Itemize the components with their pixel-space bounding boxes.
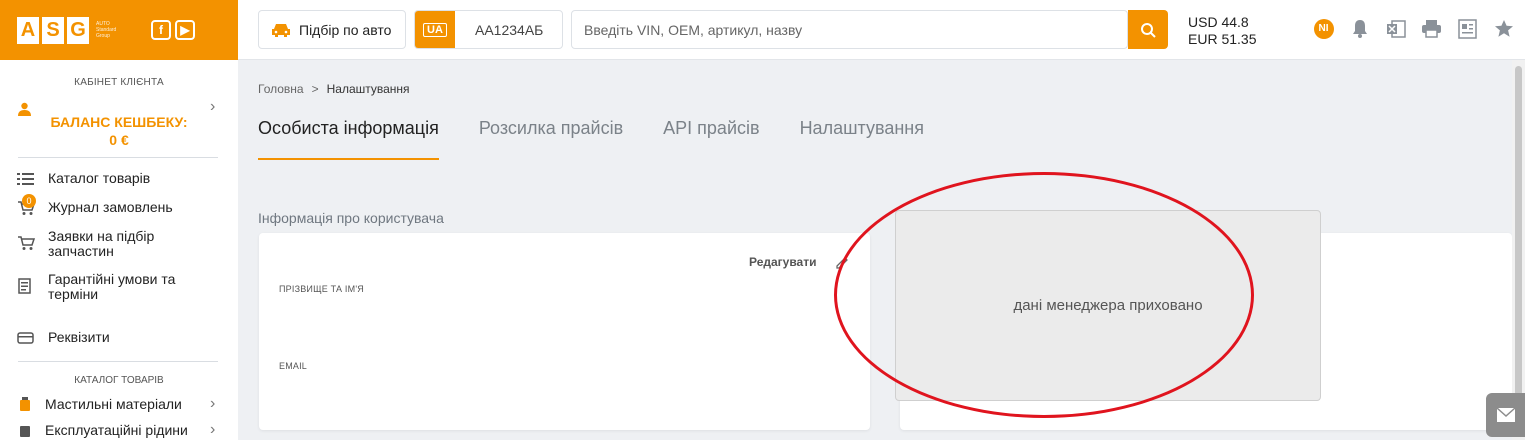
car-pick-label: Підбір по авто [299, 21, 392, 38]
section-title: Інформація про користувача [258, 210, 444, 226]
plate-number-field[interactable]: UA AA1234AБ [414, 10, 563, 49]
car-pick-button[interactable]: Підбір по авто [258, 10, 406, 49]
header-actions: NI [1312, 17, 1515, 40]
price-list-icon[interactable] [1456, 17, 1479, 40]
youtube-icon[interactable]: ▶ [175, 20, 195, 40]
email-field-label: EMAIL [279, 361, 308, 371]
chevron-right-icon: › [210, 421, 216, 438]
logo-bar: A S G AUTO Standard Group f ▶ [0, 0, 238, 60]
cashback-balance: БАЛАНС КЕШБЕКУ: 0 € [0, 113, 238, 149]
red-annotation-ellipse [834, 172, 1254, 418]
menu-item-requisites[interactable]: Реквізити [0, 330, 238, 346]
chevron-right-icon: › [210, 395, 216, 412]
cashback-value: 0 € [109, 132, 129, 148]
search-button[interactable] [1128, 10, 1168, 49]
user-icon [18, 102, 31, 116]
divider [18, 361, 218, 362]
facebook-icon[interactable]: f [151, 20, 171, 40]
divider [18, 157, 218, 158]
menu-item-orders[interactable]: 0 Журнал замовлень [0, 194, 238, 216]
fluid-icon [20, 426, 30, 437]
logo-letter-a: A [17, 16, 39, 44]
breadcrumb-current: Налаштування [326, 82, 410, 96]
tab-price-mailing[interactable]: Розсилка прайсів [479, 118, 623, 160]
search-input[interactable]: Введіть VIN, OEM, артикул, назву [571, 10, 1128, 49]
star-icon[interactable] [1492, 17, 1515, 40]
catalog-item-label: Експлуатаційні рідини [45, 422, 188, 438]
cabinet-caption: КАБІНЕТ КЛІЄНТА [74, 77, 164, 88]
currency-rates: USD 44.8 EUR 51.35 [1188, 14, 1256, 48]
client-menu: Каталог товарів 0 Журнал замовлень Заявк… [0, 171, 238, 346]
list-icon [17, 173, 34, 185]
card-icon [17, 332, 34, 344]
logo-subtitle: AUTO Standard Group [96, 21, 117, 39]
bell-icon[interactable] [1348, 17, 1371, 40]
orders-badge: 0 [22, 194, 36, 208]
user-profile-row[interactable]: › [0, 88, 238, 116]
chevron-right-icon: › [210, 98, 216, 115]
edit-button[interactable]: Редагувати [749, 255, 817, 269]
menu-item-label: Журнал замовлень [48, 199, 173, 215]
menu-item-label: Реквізити [48, 329, 110, 345]
catalog-caption: КАТАЛОГ ТОВАРІВ [74, 375, 164, 386]
menu-item-label: Гарантійні умови та терміни [48, 271, 176, 302]
rate-eur: EUR 51.35 [1188, 31, 1257, 47]
catalog-item-fluids[interactable]: Експлуатаційні рідини › [0, 421, 238, 438]
user-avatar[interactable]: NI [1312, 17, 1335, 40]
logo-letter-g: G [67, 16, 89, 44]
user-initials: NI [1313, 18, 1334, 39]
oil-icon [20, 397, 30, 411]
tab-personal-info[interactable]: Особиста інформація [258, 118, 439, 160]
menu-item-catalog[interactable]: Каталог товарів [0, 171, 238, 187]
menu-item-label: Заявки на підбір запчастин [48, 228, 155, 259]
settings-tabs: Особиста інформація Розсилка прайсів API… [258, 118, 924, 160]
menu-item-label: Каталог товарів [48, 170, 151, 186]
search-icon [1141, 22, 1156, 38]
breadcrumb-home[interactable]: Головна [258, 82, 304, 96]
menu-item-part-requests[interactable]: Заявки на підбір запчастин [0, 229, 238, 259]
sidebar: A S G AUTO Standard Group f ▶ КАБІНЕТ КЛ… [0, 0, 238, 440]
tab-api-prices[interactable]: API прайсів [663, 118, 759, 160]
rate-usd: USD 44.8 [1188, 14, 1249, 30]
print-icon[interactable] [1420, 17, 1443, 40]
name-field-label: ПРІЗВИЩЕ ТА ІМ'Я [279, 284, 364, 294]
scrollbar-thumb[interactable] [1515, 66, 1522, 396]
top-header: Підбір по авто UA AA1234AБ Введіть VIN, … [238, 0, 1525, 60]
user-info-card: Редагувати ПРІЗВИЩЕ ТА ІМ'Я EMAIL [259, 233, 870, 430]
breadcrumb: Головна > Налаштування [258, 82, 410, 96]
feedback-button[interactable] [1486, 393, 1525, 437]
cart-search-icon [18, 236, 35, 250]
plate-country: UA [423, 22, 447, 37]
search-placeholder: Введіть VIN, OEM, артикул, назву [584, 21, 803, 38]
car-icon [272, 23, 290, 37]
plate-number: AA1234AБ [475, 21, 544, 38]
breadcrumb-separator: > [311, 82, 319, 96]
catalog-item-label: Мастильні матеріали [45, 396, 182, 412]
catalog-item-lubricants[interactable]: Мастильні матеріали › [0, 395, 238, 412]
cart-icon: 0 [17, 194, 36, 216]
logo-letter-s: S [42, 16, 64, 44]
excel-icon[interactable] [1384, 17, 1407, 40]
tab-settings[interactable]: Налаштування [800, 118, 924, 160]
menu-item-warranty[interactable]: Гарантійні умови та терміни [0, 272, 238, 302]
plate-country-flag: UA [415, 11, 455, 48]
document-icon [18, 278, 31, 294]
logo[interactable]: A S G AUTO Standard Group [17, 16, 118, 44]
mail-icon [1496, 407, 1516, 422]
